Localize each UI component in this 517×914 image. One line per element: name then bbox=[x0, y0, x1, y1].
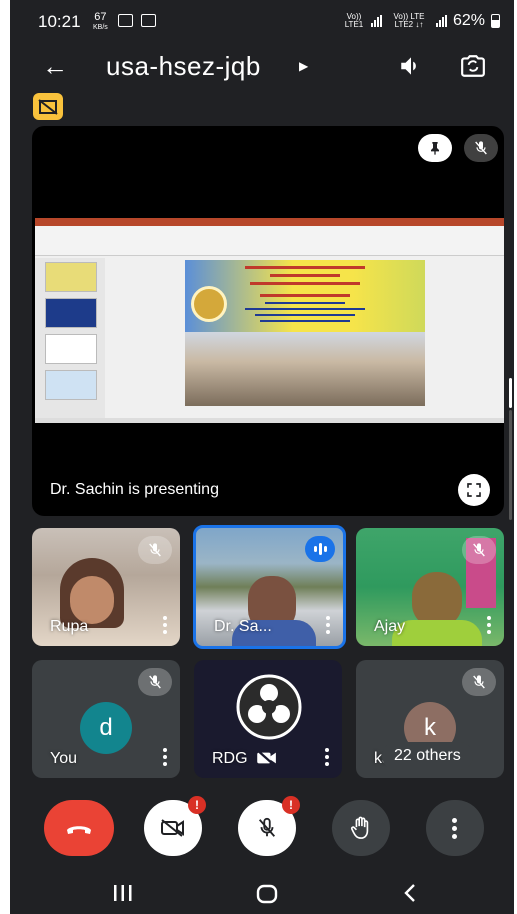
participant-name: RDG bbox=[212, 750, 248, 767]
participant-name: Ajay bbox=[374, 618, 406, 635]
participant-tile-others[interactable]: k ka 22 others bbox=[356, 660, 504, 778]
status-right: Vo)) LTE1 Vo)) LTE LTE2 ↓↑ 62% bbox=[343, 12, 500, 30]
more-vert-icon[interactable] bbox=[325, 616, 331, 636]
camera-toggle-button[interactable]: ! bbox=[144, 796, 206, 856]
sim2-indicator: Vo)) LTE LTE2 ↓↑ bbox=[393, 12, 425, 29]
university-seal bbox=[191, 286, 227, 322]
slide-heading-line bbox=[270, 274, 340, 277]
mic-off-icon bbox=[473, 543, 485, 557]
status-time: 10:21 bbox=[38, 12, 81, 31]
presentation-tile[interactable]: Dr. Sachin is presenting bbox=[32, 126, 504, 516]
slide-name-line bbox=[260, 294, 350, 297]
battery-percent: 62% bbox=[452, 12, 485, 29]
meeting-code[interactable]: usa-hsez-jqb bbox=[106, 51, 261, 82]
more-icon bbox=[452, 817, 458, 839]
participant-shirt bbox=[392, 620, 482, 646]
current-slide bbox=[185, 260, 425, 406]
mic-off-icon bbox=[473, 675, 485, 689]
mic-off-icon bbox=[149, 543, 161, 557]
home-icon[interactable] bbox=[255, 883, 279, 905]
system-nav-bar bbox=[10, 872, 514, 914]
slide-detail-line bbox=[265, 302, 345, 304]
participant-name: Dr. Sa... bbox=[214, 618, 272, 635]
video-off-icon bbox=[257, 750, 276, 766]
slide-thumbnail bbox=[45, 334, 97, 364]
raise-hand-icon bbox=[351, 816, 369, 839]
network-speed: 67 KB/s bbox=[93, 11, 108, 32]
mic-toggle-button[interactable]: ! bbox=[238, 796, 300, 856]
switch-camera-icon[interactable] bbox=[460, 53, 486, 79]
more-vert-icon[interactable] bbox=[162, 616, 168, 636]
camera-off-icon bbox=[161, 819, 184, 837]
participant-name: You bbox=[50, 750, 77, 767]
end-call-icon bbox=[67, 826, 91, 834]
slide-heading-line bbox=[250, 282, 360, 285]
screen-share-off-badge[interactable] bbox=[33, 93, 63, 120]
slide-thumbnail bbox=[45, 370, 97, 400]
slide-heading-line bbox=[245, 266, 365, 269]
call-controls: ! ! bbox=[10, 796, 514, 860]
slide-detail-line bbox=[260, 320, 350, 322]
more-vert-icon[interactable] bbox=[162, 748, 168, 768]
notification-m-icon bbox=[118, 14, 133, 27]
phone-screen: 10:21 67 KB/s Vo)) LTE1 Vo)) LTE LTE2 ↓↑… bbox=[10, 0, 514, 914]
participant-name: Rupa bbox=[50, 618, 89, 635]
signal1-icon bbox=[370, 15, 382, 27]
app-titlebar bbox=[35, 218, 504, 226]
mic-off-icon bbox=[149, 675, 161, 689]
caret-right-icon[interactable]: ▶ bbox=[299, 59, 308, 73]
fullscreen-icon bbox=[467, 483, 481, 497]
participant-mute-indicator bbox=[138, 668, 172, 696]
end-call-button[interactable] bbox=[44, 800, 114, 856]
signal2-icon bbox=[435, 15, 447, 27]
pin-button[interactable] bbox=[418, 134, 452, 162]
battery-icon bbox=[491, 14, 500, 28]
participant-tile-rupa[interactable]: Rupa bbox=[32, 528, 180, 646]
slide-detail-line bbox=[255, 314, 355, 316]
participant-mute-indicator bbox=[462, 668, 496, 696]
mic-alert-badge: ! bbox=[282, 796, 300, 814]
others-count-chip[interactable]: 22 others bbox=[382, 742, 473, 770]
arrow-back-icon[interactable]: ← bbox=[42, 51, 68, 82]
slide-thumbnails bbox=[35, 258, 105, 418]
mic-off-icon bbox=[475, 141, 487, 155]
slide-detail-line bbox=[245, 308, 365, 310]
app-ribbon bbox=[35, 226, 504, 256]
presenter-mute-indicator bbox=[464, 134, 498, 162]
more-vert-icon[interactable] bbox=[324, 748, 330, 768]
camera-alert-badge: ! bbox=[188, 796, 206, 814]
more-options-button[interactable] bbox=[426, 800, 484, 856]
shared-screen bbox=[35, 218, 504, 423]
obs-logo-icon bbox=[236, 674, 302, 740]
more-vert-icon[interactable] bbox=[486, 616, 492, 636]
pin-icon bbox=[431, 142, 439, 155]
participant-mute-indicator bbox=[138, 536, 172, 564]
speaker-icon[interactable] bbox=[398, 53, 424, 79]
recent-apps-icon[interactable] bbox=[112, 884, 134, 902]
meeting-header: ← usa-hsez-jqb ▶ bbox=[10, 45, 514, 89]
sim1-indicator: Vo)) LTE1 bbox=[344, 12, 364, 29]
present-off-icon bbox=[38, 98, 58, 115]
notification-gallery-icon bbox=[141, 14, 156, 27]
speaking-indicator bbox=[305, 536, 335, 562]
participant-tile-you[interactable]: d You bbox=[32, 660, 180, 778]
avatar: d bbox=[80, 702, 132, 754]
back-nav-icon[interactable] bbox=[402, 883, 418, 903]
scroll-indicator[interactable] bbox=[509, 378, 512, 408]
participant-mute-indicator bbox=[462, 536, 496, 564]
slide-thumbnail bbox=[45, 262, 97, 292]
status-bar: 10:21 67 KB/s Vo)) LTE1 Vo)) LTE LTE2 ↓↑… bbox=[10, 10, 514, 36]
raise-hand-button[interactable] bbox=[332, 800, 390, 856]
presenter-label: Dr. Sachin is presenting bbox=[50, 481, 219, 498]
participant-face bbox=[70, 576, 114, 624]
app-statusbar bbox=[35, 418, 504, 423]
slide-building-photo bbox=[185, 332, 425, 406]
fullscreen-button[interactable] bbox=[458, 474, 490, 506]
participant-tile-ajay[interactable]: Ajay bbox=[356, 528, 504, 646]
slide-thumbnail bbox=[45, 298, 97, 328]
mic-off-icon bbox=[258, 817, 276, 837]
participant-tile-rdg[interactable]: RDG bbox=[194, 660, 342, 778]
scroll-track bbox=[509, 410, 512, 520]
participant-tile-dr-sachin[interactable]: Dr. Sa... bbox=[193, 525, 346, 649]
